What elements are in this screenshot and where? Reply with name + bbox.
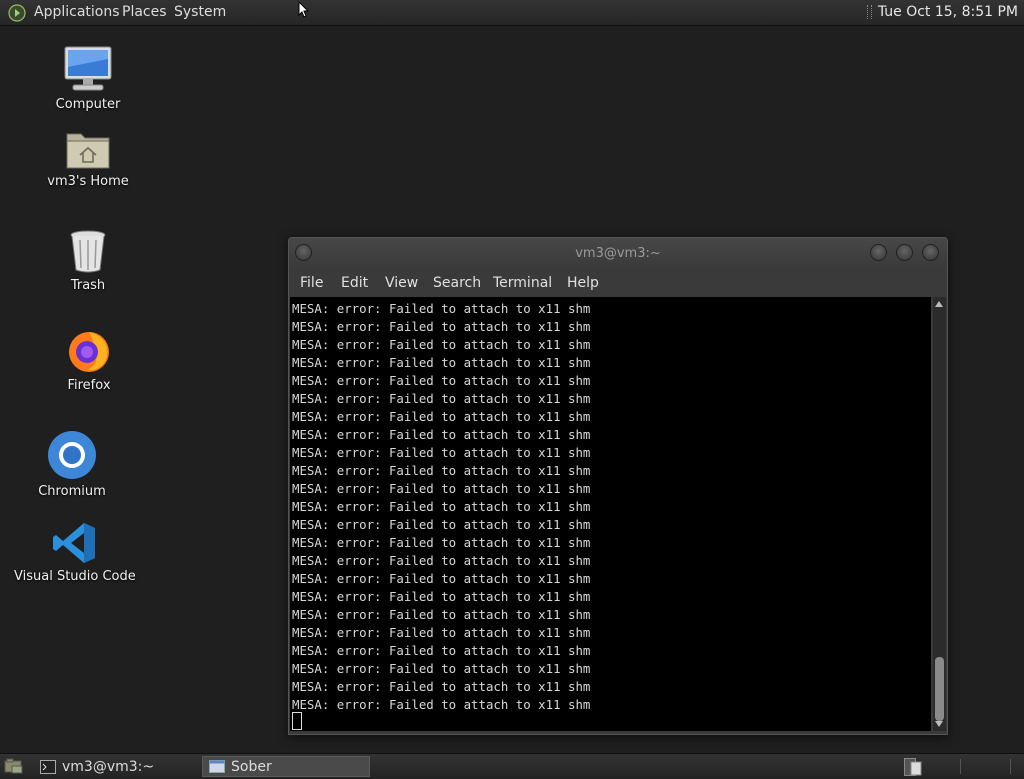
menu-search[interactable]: Search [433,275,481,291]
terminal-icon [40,759,56,774]
clock[interactable]: Tue Oct 15, 8:51 PM [878,4,1018,20]
desktop-icon-computer[interactable]: Computer [28,45,148,112]
close-button[interactable] [922,244,939,261]
terminal-line: MESA: error: Failed to attach to x11 shm [292,427,591,442]
terminal-output[interactable]: MESA: error: Failed to attach to x11 shm… [290,297,931,731]
show-desktop-icon[interactable] [4,758,24,774]
terminal-line: MESA: error: Failed to attach to x11 shm [292,571,591,586]
desktop-icon-label: Trash [70,278,106,293]
menu-terminal[interactable]: Terminal [493,275,552,291]
menu-help[interactable]: Help [567,275,599,291]
panel-handle-icon [866,5,872,19]
scrollbar-thumb[interactable] [935,657,944,721]
panel-separator [960,759,961,774]
terminal-line: MESA: error: Failed to attach to x11 shm [292,337,591,352]
terminal-line: MESA: error: Failed to attach to x11 shm [292,373,591,388]
window-title: vm3@vm3:~ [575,246,661,261]
desktop-icon-label: Computer [55,97,121,112]
applications-menu-icon[interactable] [8,4,26,22]
terminal-line: MESA: error: Failed to attach to x11 shm [292,499,591,514]
terminal-cursor [292,712,302,730]
terminal-line: MESA: error: Failed to attach to x11 shm [292,445,591,460]
taskbar-item-label: vm3@vm3:~ [62,758,155,775]
panel-separator [1010,759,1011,774]
home-folder-icon [66,133,110,169]
desktop-icon-vscode[interactable]: Visual Studio Code [14,521,136,584]
maximize-button[interactable] [896,244,913,261]
desktop-icon-label: Chromium [38,484,106,499]
clock-area[interactable]: Tue Oct 15, 8:51 PM [866,4,1018,20]
terminal-line: MESA: error: Failed to attach to x11 shm [292,625,591,640]
places-menu[interactable]: Places [122,4,167,20]
window-icon [209,760,225,773]
desktop-icon-firefox[interactable]: Firefox [29,326,149,393]
desktop-icon-home[interactable]: vm3's Home [28,128,148,189]
terminal-line: MESA: error: Failed to attach to x11 shm [292,409,591,424]
taskbar-item-terminal[interactable]: vm3@vm3:~ [34,756,198,777]
scroll-down-icon[interactable] [935,721,943,727]
top-panel: Applications Places System Tue Oct 15, 8… [0,0,1024,26]
terminal-line: MESA: error: Failed to attach to x11 shm [292,517,591,532]
workspace-switcher-icon[interactable] [904,758,928,776]
bottom-panel: vm3@vm3:~ Sober [0,753,1024,779]
terminal-line: MESA: error: Failed to attach to x11 shm [292,535,591,550]
desktop-icon-label: Firefox [67,378,111,393]
terminal-line: MESA: error: Failed to attach to x11 shm [292,589,591,604]
trash-icon [70,230,106,273]
taskbar-item-sober[interactable]: Sober [202,756,370,777]
terminal-line: MESA: error: Failed to attach to x11 shm [292,643,591,658]
terminal-line: MESA: error: Failed to attach to x11 shm [292,679,591,694]
menu-view[interactable]: View [385,275,418,291]
minimize-button[interactable] [870,244,887,261]
terminal-line: MESA: error: Failed to attach to x11 shm [292,463,591,478]
taskbar-item-label: Sober [231,758,272,775]
terminal-line: MESA: error: Failed to attach to x11 shm [292,661,591,676]
terminal-menubar: File Edit View Search Terminal Help [289,268,947,296]
terminal-line: MESA: error: Failed to attach to x11 shm [292,481,591,496]
terminal-window[interactable]: vm3@vm3:~ File Edit View Search Terminal… [288,237,948,735]
menu-edit[interactable]: Edit [341,275,368,291]
terminal-line: MESA: error: Failed to attach to x11 shm [292,391,591,406]
vscode-icon [53,523,95,563]
terminal-line: MESA: error: Failed to attach to x11 shm [292,301,591,316]
desktop-icon-label: vm3's Home [47,174,129,189]
chromium-icon [48,431,96,479]
firefox-icon [69,332,109,372]
mouse-pointer-icon [298,1,310,18]
terminal-scrollbar[interactable] [933,297,946,731]
applications-menu[interactable]: Applications [34,4,120,20]
terminal-line: MESA: error: Failed to attach to x11 shm [292,607,591,622]
menu-file[interactable]: File [300,275,323,291]
desktop-icon-chromium[interactable]: Chromium [12,430,132,499]
terminal-line: MESA: error: Failed to attach to x11 shm [292,355,591,370]
terminal-line: MESA: error: Failed to attach to x11 shm [292,697,591,712]
terminal-line: MESA: error: Failed to attach to x11 shm [292,553,591,568]
desktop-icon-trash[interactable]: Trash [28,228,148,293]
terminal-line: MESA: error: Failed to attach to x11 shm [292,319,591,334]
computer-icon [64,46,112,91]
system-menu[interactable]: System [174,4,226,20]
desktop-icon-label: Visual Studio Code [14,569,136,584]
terminal-lines: MESA: error: Failed to attach to x11 shm… [292,300,590,714]
scroll-up-icon[interactable] [935,301,943,307]
terminal-titlebar[interactable]: vm3@vm3:~ [289,238,947,268]
